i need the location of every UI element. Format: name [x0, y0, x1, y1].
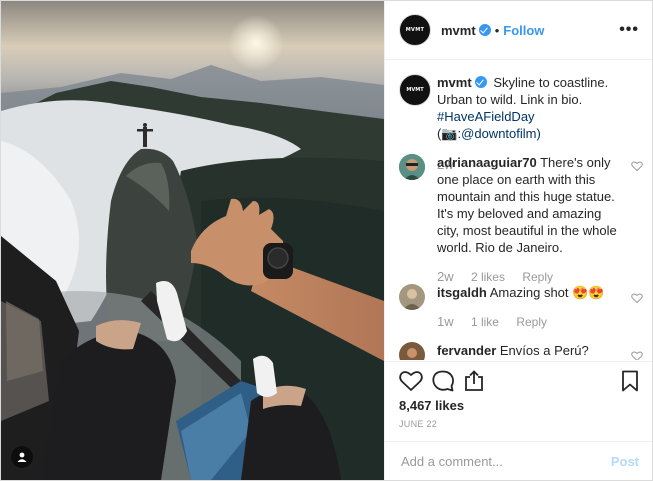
post-header: MVMT mvmt • Follow •••	[385, 1, 652, 60]
camera-emoji: 📷	[441, 126, 458, 141]
comment-username[interactable]: itsgaldh	[437, 285, 487, 300]
comment-body: itsgaldh Amazing shot 😍😍 1w 1 like Reply	[437, 284, 627, 331]
verified-icon	[474, 76, 487, 88]
follow-button[interactable]: Follow	[503, 23, 544, 38]
comment-like-heart-icon[interactable]	[631, 350, 643, 360]
hashtag-link[interactable]: #HaveAFieldDay	[437, 109, 535, 124]
photo-scene	[1, 1, 384, 480]
likes-count[interactable]: 8,467 likes	[399, 398, 464, 413]
author-avatar[interactable]: MVMT	[399, 14, 431, 46]
post-actions: 8,467 likes JUNE 22 Post	[385, 361, 652, 470]
post-date: JUNE 22	[399, 419, 438, 429]
author-username[interactable]: mvmt	[441, 23, 476, 38]
comment-text: There's only one place on earth with thi…	[437, 155, 617, 255]
commenter-avatar[interactable]	[399, 154, 425, 180]
caption-username[interactable]: mvmt	[437, 75, 472, 90]
comment-likes[interactable]: 1 like	[471, 315, 499, 329]
comment-like-heart-icon[interactable]	[631, 160, 643, 172]
post-photo[interactable]	[1, 1, 384, 480]
commenter-avatar[interactable]	[399, 284, 425, 310]
user-tag-icon[interactable]	[11, 446, 33, 468]
caption-avatar[interactable]: MVMT	[399, 74, 431, 106]
credit-handle-link[interactable]: :@downtofilm)	[458, 126, 541, 141]
comment-like-heart-icon[interactable]	[631, 292, 643, 304]
avatar-logo-text: MVMT	[405, 27, 425, 33]
comment-username[interactable]: fervander	[437, 343, 496, 358]
post-sidebar: MVMT mvmt • Follow ••• MVMT mvmt Skyline…	[384, 1, 652, 480]
comment-icon[interactable]	[431, 370, 455, 392]
add-comment-bar: Post	[385, 441, 652, 480]
comment-time[interactable]: 1w	[437, 314, 454, 329]
comment-username[interactable]: adrianaaguiar70	[437, 155, 537, 170]
comment-time[interactable]: 2w	[437, 269, 454, 284]
post-comment-button[interactable]: Post	[611, 454, 639, 469]
caption-avatar-logo-text: MVMT	[406, 87, 424, 93]
share-icon[interactable]	[463, 370, 485, 392]
comment-body: adrianaaguiar70 There's only one place o…	[437, 154, 627, 286]
instagram-post: MVMT mvmt • Follow ••• MVMT mvmt Skyline…	[0, 0, 653, 481]
comment-input[interactable]	[399, 453, 603, 470]
reply-button[interactable]: Reply	[522, 270, 553, 284]
more-options-icon[interactable]: •••	[619, 21, 639, 39]
separator-dot: •	[494, 22, 500, 38]
comment-likes[interactable]: 2 likes	[471, 270, 505, 284]
verified-icon	[478, 24, 491, 36]
comments-list[interactable]: MVMT mvmt Skyline to coastline. Urban to…	[385, 60, 652, 360]
commenter-avatar[interactable]	[399, 342, 425, 360]
comment-body: fervander Envíos a Perú?	[437, 342, 627, 359]
comment-text: Envíos a Perú?	[499, 343, 589, 358]
reply-button[interactable]: Reply	[516, 315, 547, 329]
comment-text: Amazing shot 😍😍	[489, 285, 605, 300]
heart-icon[interactable]	[399, 370, 423, 392]
bookmark-icon[interactable]	[621, 370, 639, 392]
